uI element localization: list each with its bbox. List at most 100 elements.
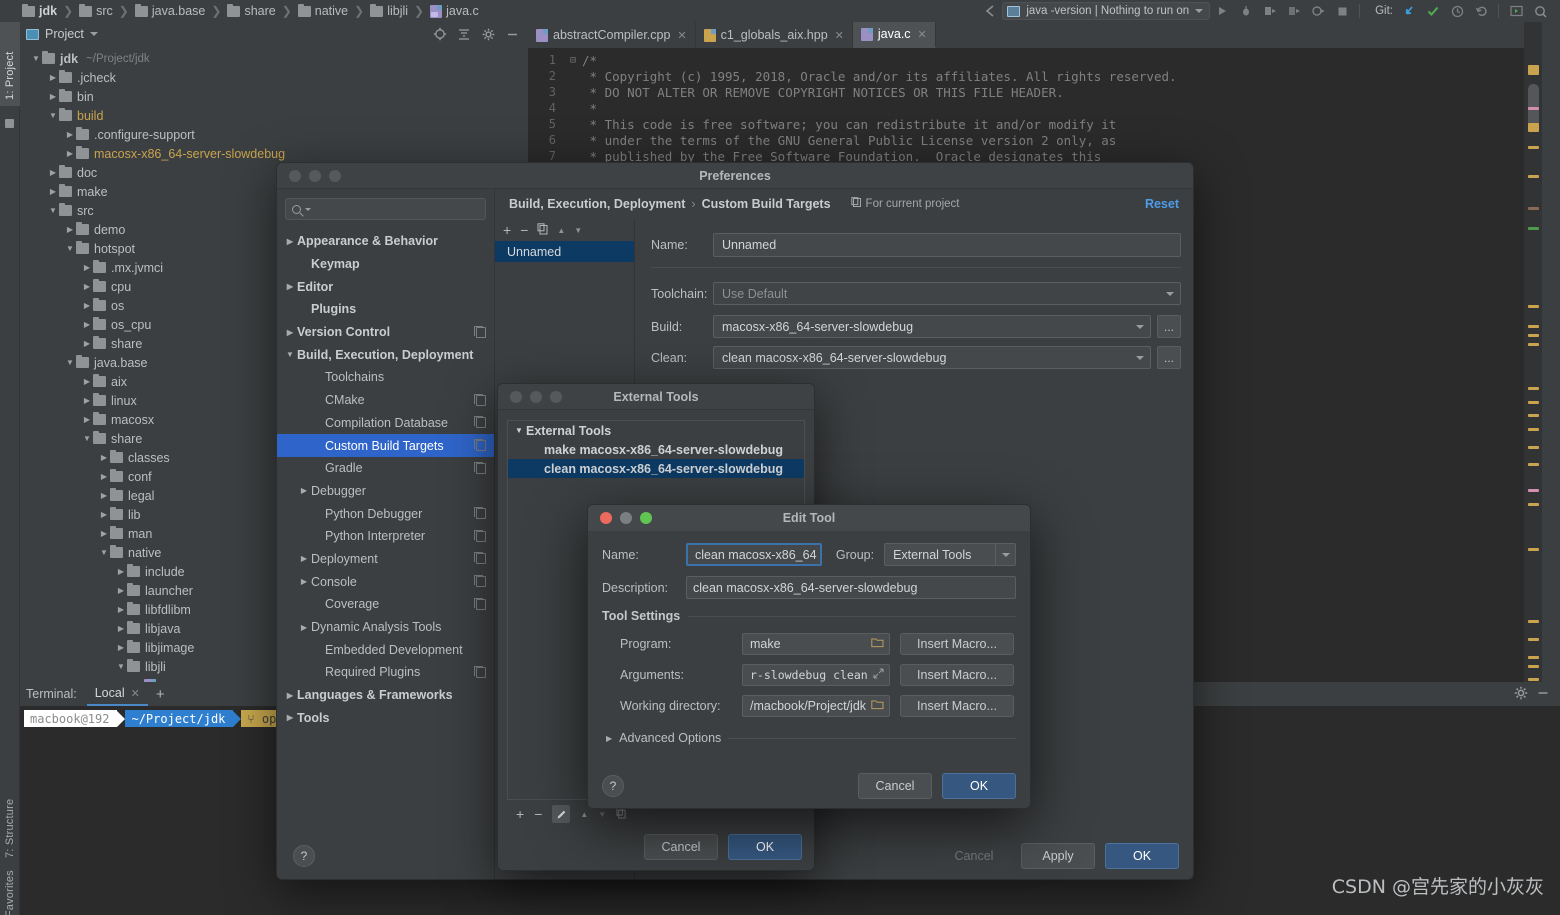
close-icon[interactable]: ✕: [131, 687, 140, 700]
terminal-run-icon[interactable]: [1504, 0, 1528, 22]
chevron-down-icon[interactable]: ▼: [47, 111, 59, 120]
add-terminal-tab-button[interactable]: +: [148, 686, 173, 703]
chevron-right-icon[interactable]: ▶: [115, 605, 127, 614]
close-icon[interactable]: ✕: [677, 29, 686, 42]
chevron-down-icon[interactable]: ▼: [30, 54, 42, 63]
editor-tab[interactable]: java.c ✕: [852, 22, 936, 48]
breadcrumb-parent[interactable]: Build, Execution, Deployment: [509, 197, 685, 211]
cancel-button[interactable]: Cancel: [858, 773, 932, 799]
cancel-button[interactable]: Cancel: [937, 843, 1011, 869]
preferences-nav-item-keymap[interactable]: Keymap: [277, 253, 494, 276]
tree-item[interactable]: ▶ .configure-support: [20, 125, 528, 144]
chevron-right-icon[interactable]: ▶: [283, 328, 297, 337]
chevron-right-icon[interactable]: ▶: [115, 586, 127, 595]
ok-button[interactable]: OK: [942, 773, 1016, 799]
breadcrumb-item-libjli[interactable]: libjli: [370, 3, 408, 18]
breadcrumb-item-java-base[interactable]: java.base: [134, 3, 205, 18]
help-button[interactable]: ?: [293, 845, 315, 867]
chevron-down-icon[interactable]: ▼: [98, 548, 110, 557]
chevron-right-icon[interactable]: ▶: [98, 510, 110, 519]
chevron-right-icon[interactable]: ▶: [283, 282, 297, 291]
insert-macro-arguments-button[interactable]: Insert Macro...: [900, 664, 1014, 686]
tree-item[interactable]: ▶ bin: [20, 87, 528, 106]
folder-browse-icon[interactable]: [867, 699, 884, 713]
folder-browse-icon[interactable]: [867, 637, 884, 651]
copy-target-button[interactable]: [537, 222, 548, 238]
preferences-nav-item-python-interpreter[interactable]: Python Interpreter: [277, 525, 494, 548]
chevron-right-icon[interactable]: ▶: [47, 187, 59, 196]
expand-editor-icon[interactable]: [869, 668, 884, 682]
preferences-nav-item-custom-build-targets[interactable]: Custom Build Targets: [277, 434, 494, 457]
gear-icon[interactable]: [478, 24, 498, 44]
tree-item[interactable]: ▼ build: [20, 106, 528, 125]
chevron-down-icon[interactable]: ▼: [81, 434, 93, 443]
move-up-button[interactable]: ▲: [557, 226, 565, 235]
chevron-right-icon[interactable]: ▶: [47, 73, 59, 82]
tree-item[interactable]: ▼ jdk ~/Project/jdk: [20, 49, 528, 68]
chevron-right-icon[interactable]: ▶: [47, 92, 59, 101]
editor-tab[interactable]: c1_globals_aix.hpp ✕: [696, 22, 853, 48]
apply-button[interactable]: Apply: [1021, 843, 1095, 869]
chevron-down-icon[interactable]: ▼: [512, 426, 526, 435]
chevron-right-icon[interactable]: ▶: [98, 529, 110, 538]
tool-name-input[interactable]: clean macosx-x86_64: [685, 543, 822, 566]
preferences-nav-item-build--execution--deployment[interactable]: ▼ Build, Execution, Deployment: [277, 343, 494, 366]
preferences-nav-item-version-control[interactable]: ▶ Version Control: [277, 321, 494, 344]
chevron-right-icon[interactable]: ▶: [98, 472, 110, 481]
chevron-down-icon[interactable]: ▼: [64, 244, 76, 253]
reset-link[interactable]: Reset: [1145, 197, 1179, 211]
close-icon[interactable]: ✕: [918, 28, 927, 41]
preferences-nav-item-debugger[interactable]: ▶ Debugger: [277, 480, 494, 503]
run-with-coverage-icon[interactable]: [1258, 0, 1282, 22]
breadcrumb-item-jdk[interactable]: jdk: [22, 3, 57, 18]
add-tool-button[interactable]: +: [516, 806, 524, 822]
insert-macro-workdir-button[interactable]: Insert Macro...: [900, 695, 1014, 717]
remove-target-button[interactable]: −: [520, 222, 528, 238]
preferences-nav-list[interactable]: ▶ Appearance & Behavior Keymap ▶ Editor Plugi…: [277, 226, 494, 729]
cancel-button[interactable]: Cancel: [644, 834, 718, 860]
program-input[interactable]: make: [742, 633, 890, 655]
chevron-right-icon[interactable]: ▶: [283, 691, 297, 700]
git-rollback-icon[interactable]: [1469, 0, 1493, 22]
back-arrow-icon[interactable]: [978, 0, 1002, 22]
breadcrumb-item-share[interactable]: share: [227, 3, 276, 18]
preferences-nav-item-languages---frameworks[interactable]: ▶ Languages & Frameworks: [277, 684, 494, 707]
hide-panel-icon[interactable]: [1536, 687, 1550, 702]
preferences-nav-item-tools[interactable]: ▶ Tools: [277, 706, 494, 729]
chevron-right-icon[interactable]: ▶: [81, 377, 93, 386]
target-list-item[interactable]: Unnamed: [495, 241, 634, 262]
external-tool-item[interactable]: make macosx-x86_64-server-slowdebug: [508, 440, 804, 459]
move-down-button[interactable]: ▼: [598, 810, 606, 819]
arguments-input[interactable]: r-slowdebug clean: [742, 664, 890, 686]
breadcrumb[interactable]: jdk ❯ src ❯ java.base ❯ share ❯ native ❯ libjli ❯ ja…: [0, 3, 479, 18]
group-select[interactable]: External Tools: [884, 543, 1016, 566]
ok-button[interactable]: OK: [728, 834, 802, 860]
chevron-right-icon[interactable]: ▶: [283, 713, 297, 722]
name-input[interactable]: Unnamed: [713, 233, 1181, 257]
chevron-right-icon[interactable]: ▶: [297, 623, 311, 632]
chevron-right-icon[interactable]: ▶: [297, 486, 311, 495]
chevron-down-icon[interactable]: ▼: [47, 206, 59, 215]
editor-marker-gutter[interactable]: [1524, 22, 1542, 682]
chevron-right-icon[interactable]: ▶: [47, 168, 59, 177]
chevron-right-icon[interactable]: ▶: [297, 577, 311, 586]
terminal-tab-local[interactable]: Local ✕: [86, 682, 148, 706]
chevron-right-icon[interactable]: ▶: [81, 415, 93, 424]
edit-pencil-icon[interactable]: [552, 805, 571, 823]
run-configuration-selector[interactable]: java -version | Nothing to run on: [1002, 2, 1211, 20]
move-down-button[interactable]: ▼: [574, 226, 582, 235]
tree-item[interactable]: ▶ .jcheck: [20, 68, 528, 87]
chevron-right-icon[interactable]: ▶: [115, 624, 127, 633]
chevron-right-icon[interactable]: ▶: [98, 453, 110, 462]
preferences-nav-item-embedded-development[interactable]: Embedded Development: [277, 638, 494, 661]
editor-tab-bar[interactable]: abstractCompiler.cpp ✕ c1_globals_aix.hpp ✕…: [528, 22, 1542, 48]
chevron-right-icon[interactable]: ▶: [64, 225, 76, 234]
chevron-down-icon[interactable]: ▼: [64, 358, 76, 367]
git-update-icon[interactable]: [1397, 0, 1421, 22]
fold-icon[interactable]: ⊟: [564, 55, 582, 66]
build-browse-button[interactable]: ...: [1157, 315, 1181, 338]
chevron-right-icon[interactable]: ▶: [283, 237, 297, 246]
chevron-right-icon[interactable]: ▶: [64, 130, 76, 139]
preferences-nav-item-dynamic-analysis-tools[interactable]: ▶ Dynamic Analysis Tools: [277, 616, 494, 639]
breadcrumb-item-native[interactable]: native: [297, 3, 348, 18]
